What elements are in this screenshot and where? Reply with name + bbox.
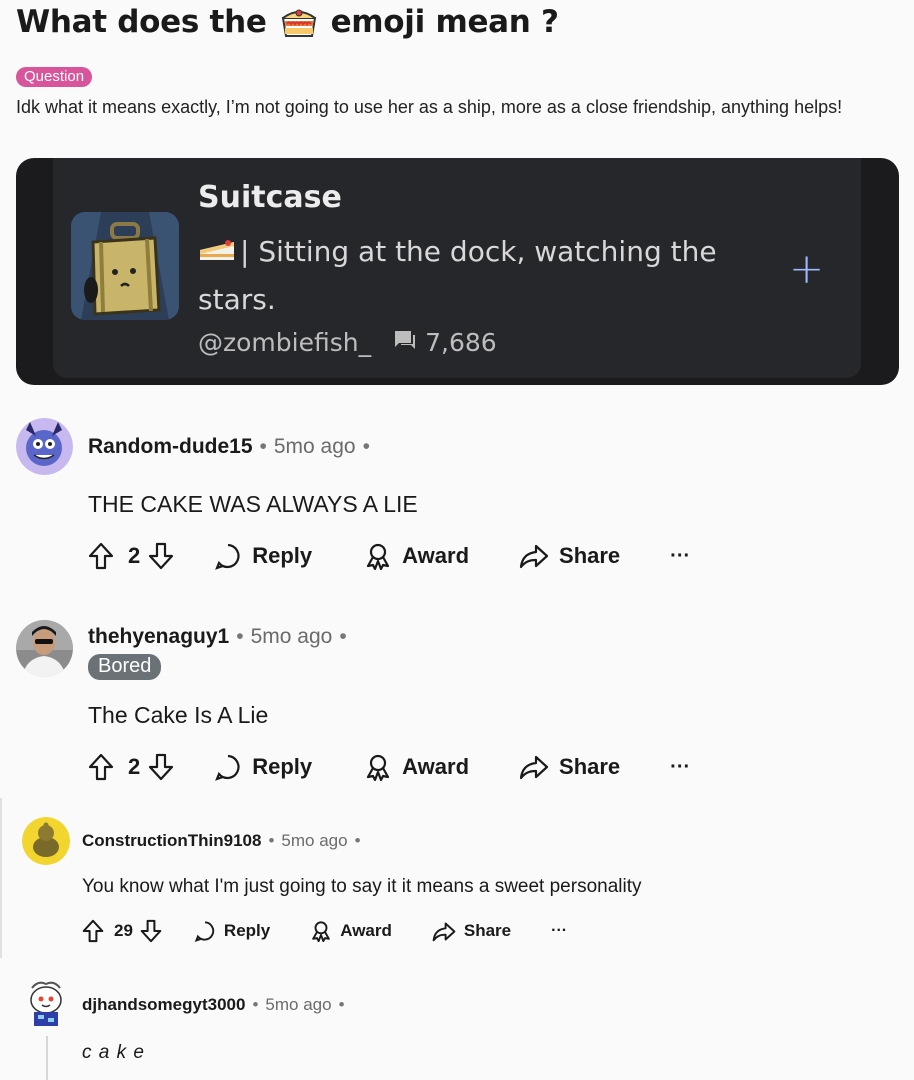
reply-label: Reply [223,921,271,940]
award-label: Award [402,543,470,568]
share-button[interactable]: Share [519,543,620,569]
award-label: Award [402,754,470,779]
comment-meta: Random-dude15 • 5mo ago • [88,435,377,459]
timestamp: 5mo ago [273,435,356,458]
vote-count: 2 [128,754,141,779]
plus-icon[interactable]: + [789,248,824,290]
comment-actions: 2 Reply Award Share ··· [88,542,690,570]
character-name: Suitcase [198,180,342,215]
post-body: Idk what it means exactly, I’m not going… [16,97,843,117]
avatar[interactable] [22,980,70,1028]
award-button[interactable]: Award [364,542,469,570]
username[interactable]: djhandsomegyt3000 [82,995,245,1015]
reply-icon [215,754,240,781]
character-description-text: | Sitting at the dock, watching the star… [198,235,717,316]
upvote-icon[interactable] [88,542,114,570]
vote-count: 2 [128,543,141,568]
award-icon [367,754,390,781]
cake-emoji-icon [279,4,319,40]
character-card-inner: Suitcase | Sitting at the dock, watching… [53,158,861,378]
post-title: What does the emoji mean ? [16,4,559,40]
downvote-icon[interactable] [148,542,174,570]
upvote-icon[interactable] [82,919,104,943]
upvote-icon[interactable] [88,753,114,781]
thread-line[interactable] [0,798,2,958]
separator-dot: • [236,625,244,648]
award-button[interactable]: Award [310,920,392,942]
vote-count: 29 [114,921,133,940]
separator-dot: • [362,435,370,458]
character-description: | Sitting at the dock, watching the star… [198,228,783,324]
comment-text: The Cake Is A Lie [88,702,269,728]
character-card[interactable]: Suitcase | Sitting at the dock, watching… [16,158,899,385]
avatar[interactable] [22,817,70,865]
share-label: Share [559,543,621,568]
separator-dot: • [354,831,361,850]
downvote-icon[interactable] [148,753,174,781]
share-button[interactable]: Share [432,921,511,942]
username[interactable]: thehyenaguy1 [88,625,229,649]
reply-button[interactable]: Reply [194,920,270,942]
username[interactable]: Random-dude15 [88,435,253,459]
separator-dot: • [339,625,347,648]
character-handle[interactable]: @zombiefish_ [198,328,371,357]
thread-line[interactable] [46,1036,48,1080]
reply-icon [194,921,215,942]
timestamp: 5mo ago [281,831,348,850]
comment-text: c a k e [82,1042,145,1063]
more-icon[interactable]: ··· [551,922,567,940]
timestamp: 5mo ago [250,625,333,648]
comment-text: THE CAKE WAS ALWAYS A LIE [88,491,418,517]
reply-icon [215,543,240,570]
reply-button[interactable]: Reply [214,753,312,781]
timestamp: 5mo ago [265,995,332,1014]
award-icon [367,543,390,570]
award-button[interactable]: Award [364,753,469,781]
share-icon [432,922,456,941]
post-title-end: emoji mean ? [330,4,559,40]
suitcase-avatar [71,212,179,320]
reply-label: Reply [252,543,313,568]
reply-label: Reply [252,754,313,779]
separator-dot: • [268,831,275,850]
comment-meta: ConstructionThin9108 • 5mo ago • [82,831,368,851]
cake-slice-icon [198,231,236,260]
share-label: Share [463,921,512,940]
user-flair: Bored [88,654,162,680]
reply-button[interactable]: Reply [214,542,312,570]
character-meta: @zombiefish_ 7,686 [198,328,497,357]
more-icon[interactable]: ··· [670,756,690,779]
avatar[interactable] [16,620,73,677]
separator-dot: • [338,995,345,1014]
comment-text: You know what I'm just going to say it i… [82,876,642,897]
award-icon [312,921,331,942]
comment-actions: 29 Reply Award Share ··· [82,919,567,943]
downvote-icon[interactable] [140,919,162,943]
avatar[interactable] [16,418,73,475]
more-icon[interactable]: ··· [670,545,690,568]
separator-dot: • [252,995,259,1014]
share-icon [519,755,549,780]
award-label: Award [340,921,392,940]
username[interactable]: ConstructionThin9108 [82,831,261,851]
post-title-start: What does the [16,4,267,40]
post-flair[interactable]: Question [16,67,93,87]
comment-meta: thehyenaguy1 • 5mo ago • [88,625,354,649]
chat-count: 7,686 [425,328,497,357]
comment-actions: 2 Reply Award Share ··· [88,753,690,781]
share-icon [519,544,549,569]
share-button[interactable]: Share [519,754,620,780]
comment-meta: djhandsomegyt3000 • 5mo ago • [82,995,352,1015]
share-label: Share [559,754,621,779]
chat-icon [393,328,417,357]
separator-dot: • [259,435,267,458]
